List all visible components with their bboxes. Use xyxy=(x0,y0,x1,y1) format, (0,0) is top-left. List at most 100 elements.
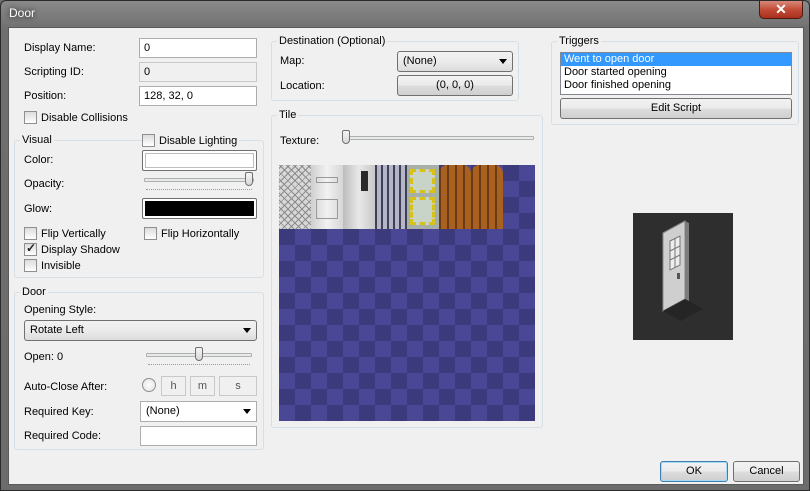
texture-thumb[interactable] xyxy=(342,130,350,144)
scripting-id-field: 0 xyxy=(139,62,257,82)
position-label: Position: xyxy=(24,90,67,102)
display-shadow-checkbox[interactable]: Display Shadow xyxy=(24,241,120,256)
tile-mesh[interactable] xyxy=(279,165,311,229)
flip-vertically-box[interactable] xyxy=(24,227,37,240)
glow-label: Glow: xyxy=(24,203,53,215)
open-thumb[interactable] xyxy=(195,347,203,361)
tile-bars[interactable] xyxy=(375,165,407,229)
auto-close-seconds[interactable]: s xyxy=(219,376,257,396)
chevron-down-icon xyxy=(499,59,507,64)
texture-track xyxy=(342,136,534,140)
disable-lighting-label: Disable Lighting xyxy=(159,134,238,147)
flip-horizontally-box[interactable] xyxy=(144,227,157,240)
disable-collisions-checkbox[interactable]: Disable Collisions xyxy=(24,111,128,124)
opening-style-value: Rotate Left xyxy=(30,324,84,336)
display-shadow-label: Display Shadow xyxy=(41,243,120,256)
open-ticks xyxy=(148,364,250,368)
opening-style-select[interactable]: Rotate Left xyxy=(24,320,257,341)
tile-wood-door-1[interactable] xyxy=(439,165,471,229)
invisible-checkbox[interactable]: Invisible xyxy=(24,259,81,272)
color-label: Color: xyxy=(24,154,54,166)
opacity-ticks xyxy=(146,189,252,193)
location-button[interactable]: (0, 0, 0) xyxy=(397,75,513,96)
required-key-select[interactable]: (None) xyxy=(140,401,257,422)
triggers-group: Triggers Went to open door Door started … xyxy=(551,35,799,125)
disable-collisions-label: Disable Collisions xyxy=(41,111,128,124)
door-preview xyxy=(633,213,733,340)
tile-picker[interactable] xyxy=(279,165,535,421)
invisible-label: Invisible xyxy=(41,259,81,272)
flip-horizontally-label: Flip Horizontally xyxy=(161,227,240,240)
display-name-label: Display Name: xyxy=(24,42,96,54)
position-input[interactable]: 128, 32, 0 xyxy=(139,86,257,106)
map-value: (None) xyxy=(403,55,437,67)
invisible-box[interactable] xyxy=(24,259,37,272)
edit-script-button[interactable]: Edit Script xyxy=(560,98,792,119)
tile-wood-door-2[interactable] xyxy=(471,165,503,229)
texture-slider[interactable] xyxy=(342,130,534,148)
opacity-label: Opacity: xyxy=(24,178,65,190)
glow-swatch-button[interactable] xyxy=(142,198,257,219)
tile-white-door-panel-bottom xyxy=(316,199,338,219)
door-group: Door Opening Style: Rotate Left Open: 0 … xyxy=(14,286,264,450)
required-code-label: Required Code: xyxy=(24,430,102,442)
destination-group-title: Destination (Optional) xyxy=(277,35,388,47)
chevron-down-icon xyxy=(243,328,251,333)
title-bar[interactable]: Door ✕ xyxy=(1,1,809,25)
display-name-input[interactable]: 0 xyxy=(139,38,257,58)
cancel-button[interactable]: Cancel xyxy=(733,461,800,482)
opacity-thumb[interactable] xyxy=(245,172,253,186)
flip-vertically-checkbox[interactable]: Flip Vertically xyxy=(24,227,106,240)
opening-style-label: Opening Style: xyxy=(24,304,97,316)
door-group-title: Door xyxy=(20,286,48,298)
close-button[interactable]: ✕ xyxy=(759,1,803,19)
tile-group: Tile Texture: xyxy=(271,109,543,428)
required-key-label: Required Key: xyxy=(24,406,94,418)
disable-collisions-box[interactable] xyxy=(24,111,37,124)
trigger-item-finished-opening[interactable]: Door finished opening xyxy=(561,79,791,92)
ok-button[interactable]: OK xyxy=(660,461,728,482)
tile-hazard-door[interactable] xyxy=(407,165,439,229)
map-label: Map: xyxy=(280,55,305,67)
visual-group: Visual Disable Lighting Color: Opacity: … xyxy=(14,134,264,278)
door-preview-image xyxy=(662,220,703,321)
tile-group-title: Tile xyxy=(277,109,299,121)
disable-lighting-box[interactable] xyxy=(142,134,155,147)
dialog-window: Door ✕ Display Name: 0 Scripting ID: 0 P… xyxy=(0,0,810,491)
close-icon: ✕ xyxy=(775,1,787,17)
required-key-value: (None) xyxy=(146,405,180,417)
auto-close-label: Auto-Close After: xyxy=(24,381,108,393)
open-label: Open: 0 xyxy=(24,351,64,363)
auto-close-radio[interactable] xyxy=(142,378,156,392)
tile-window-door[interactable] xyxy=(343,165,375,229)
tile-white-door-panel-top xyxy=(316,177,338,183)
tile-white-door[interactable] xyxy=(311,165,343,229)
window-title: Door xyxy=(9,6,36,20)
flip-horizontally-checkbox[interactable]: Flip Horizontally xyxy=(144,227,239,240)
auto-close-minutes[interactable]: m xyxy=(190,376,215,396)
auto-close-hours[interactable]: h xyxy=(161,376,186,396)
scripting-id-label: Scripting ID: xyxy=(24,66,84,78)
opacity-slider[interactable] xyxy=(144,172,254,194)
triggers-group-title: Triggers xyxy=(557,35,601,47)
display-shadow-box[interactable] xyxy=(24,241,37,256)
glow-swatch xyxy=(145,201,254,216)
tile-window-door-glass xyxy=(361,171,368,191)
trigger-item-started-opening[interactable]: Door started opening xyxy=(561,66,791,79)
open-slider[interactable] xyxy=(146,347,252,369)
color-swatch xyxy=(145,153,254,168)
destination-group: Destination (Optional) Map: (None) Locat… xyxy=(271,35,519,101)
texture-label: Texture: xyxy=(280,135,320,147)
required-code-input[interactable] xyxy=(140,426,257,446)
trigger-item-went-to-open[interactable]: Went to open door xyxy=(561,53,791,66)
dialog-client: Display Name: 0 Scripting ID: 0 Position… xyxy=(8,27,804,485)
disable-lighting-checkbox[interactable]: Disable Lighting xyxy=(142,134,240,147)
tile-hazard-door-top xyxy=(410,169,435,193)
map-select[interactable]: (None) xyxy=(397,51,513,72)
chevron-down-icon xyxy=(243,409,251,414)
color-swatch-button[interactable] xyxy=(142,150,257,171)
triggers-list[interactable]: Went to open door Door started opening D… xyxy=(560,52,792,95)
visual-group-title: Visual xyxy=(20,134,54,146)
opacity-track xyxy=(144,178,254,182)
flip-vertically-label: Flip Vertically xyxy=(41,227,106,240)
